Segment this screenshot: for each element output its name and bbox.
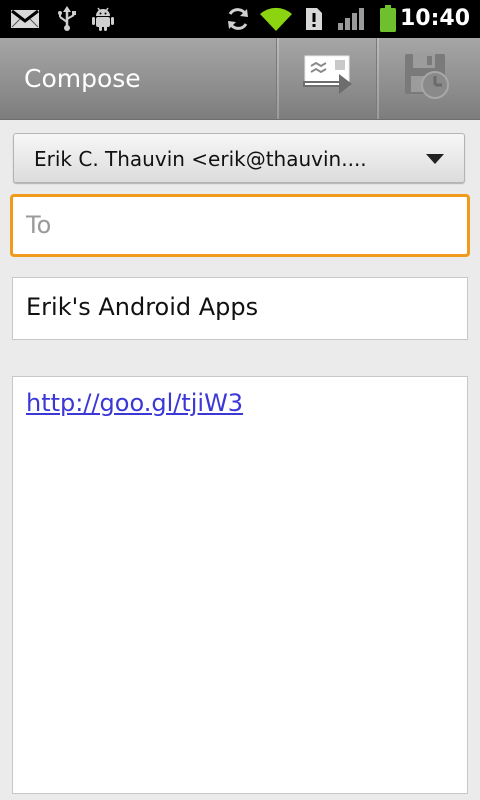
screen-title: Compose [24,64,141,93]
from-account-label: Erik C. Thauvin <erik@thauvin.... [34,147,367,171]
dropdown-arrow-icon [426,154,444,164]
android-debug-icon [88,0,118,38]
body-link[interactable]: http://goo.gl/tjiW3 [26,389,243,417]
status-bar: 10:40 [0,0,480,38]
battery-icon [376,0,400,38]
body-field[interactable]: http://goo.gl/tjiW3 [12,376,468,794]
signal-icon [336,0,366,38]
send-icon [303,54,353,104]
send-button[interactable] [278,38,378,119]
wifi-icon [258,0,294,38]
save-draft-icon [403,52,453,106]
sim-alert-icon [302,0,326,38]
to-placeholder: To [26,211,52,239]
sync-icon [222,0,254,38]
action-bar: Compose [0,38,480,120]
gmail-icon [8,0,42,38]
clock: 10:40 [399,6,470,31]
subject-value: Erik's Android Apps [26,293,259,321]
usb-icon [52,0,82,38]
to-field[interactable]: To [10,194,470,257]
save-draft-button[interactable] [378,38,478,119]
from-account-spinner[interactable]: Erik C. Thauvin <erik@thauvin.... [13,133,465,183]
subject-field[interactable]: Erik's Android Apps [12,277,468,340]
